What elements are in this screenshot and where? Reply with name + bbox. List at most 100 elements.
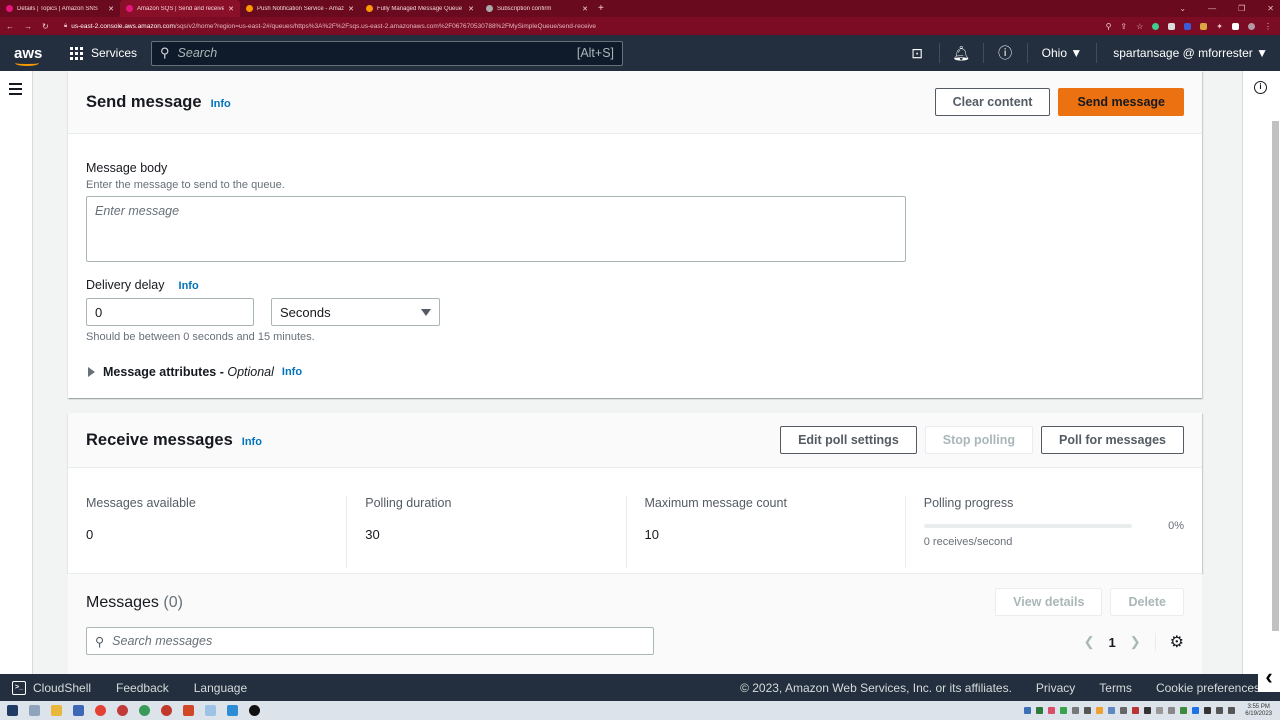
cloudshell-button[interactable]: >_ CloudShell [12,680,91,695]
browser-tab-active[interactable]: Amazon SQS | Send and receive ✕ [120,0,240,17]
language-link[interactable]: Language [194,681,247,695]
page-scrollbar[interactable] [1272,121,1279,631]
attributes-info-link[interactable]: Info [282,366,302,378]
edit-poll-settings-button[interactable]: Edit poll settings [780,426,917,454]
close-tab-icon[interactable]: ✕ [468,5,474,13]
clear-content-button[interactable]: Clear content [934,88,1051,116]
extension-icon[interactable] [1152,22,1160,30]
tray-icon[interactable] [1096,707,1104,714]
close-window-icon[interactable]: ✕ [1267,4,1274,13]
forward-icon[interactable]: → [24,22,32,31]
settings-gear-icon[interactable]: ⚙ [1170,632,1184,652]
close-tab-icon[interactable]: ✕ [108,5,114,13]
chrome-profile-icon[interactable] [139,705,150,716]
messages-count: (0) [163,594,183,611]
tray-icon[interactable] [1024,707,1032,714]
tray-icon[interactable] [1144,707,1152,714]
reload-icon[interactable]: ↻ [42,22,49,31]
info-panel-icon[interactable]: i [1254,81,1267,94]
chrome-profile-icon[interactable] [117,705,128,716]
account-menu[interactable]: spartansage @ mforrester ▼ [1097,46,1280,60]
browser-tab[interactable]: Push Notification Service - Amaz ✕ [240,0,360,17]
view-details-button[interactable]: View details [995,588,1103,616]
share-icon[interactable]: ⇪ [1120,22,1127,31]
bluetooth-icon[interactable] [1192,707,1200,714]
sidepanel-icon[interactable] [1232,22,1239,30]
browser-tab[interactable]: Details | Topics | Amazon SNS ✕ [0,0,120,17]
extension-icon[interactable] [1168,22,1176,30]
send-info-link[interactable]: Info [211,98,231,110]
chrome-icon[interactable] [95,705,106,716]
close-tab-icon[interactable]: ✕ [348,5,354,13]
url-field[interactable]: us-east-2.console.aws.amazon.com/sqs/v2/… [71,23,596,30]
tray-icon[interactable] [1168,707,1176,714]
file-explorer-icon[interactable] [51,705,62,716]
terms-link[interactable]: Terms [1099,681,1132,695]
aws-logo[interactable]: aws [14,45,42,66]
delay-info-link[interactable]: Info [179,280,199,292]
menu-icon[interactable]: ⋮ [1264,22,1272,31]
next-page-icon[interactable]: ❯ [1130,634,1141,650]
stop-polling-button[interactable]: Stop polling [924,426,1033,454]
previous-page-icon[interactable]: ❮ [1084,634,1095,650]
delivery-delay-input[interactable]: 0 [86,298,254,326]
profile-avatar[interactable] [1248,22,1255,30]
collapse-panel-chevron-icon[interactable]: ‹ [1258,662,1280,692]
region-selector[interactable]: Ohio ▼ [1028,43,1098,63]
start-menu-icon[interactable] [7,705,18,716]
tray-icon[interactable] [1180,707,1188,714]
delay-unit-select[interactable]: Seconds [271,298,440,326]
hamburger-menu-icon[interactable] [9,83,22,98]
taskbar-clock[interactable]: 3:55 PM 6/19/2023 [1245,704,1272,718]
close-tab-icon[interactable]: ✕ [228,5,234,13]
bookmark-star-icon[interactable]: ☆ [1136,22,1143,31]
maximize-icon[interactable]: ❐ [1238,4,1245,13]
tray-icon[interactable] [1048,707,1056,714]
page-number[interactable]: 1 [1109,635,1116,650]
recorder-icon[interactable] [249,705,260,716]
message-attributes-toggle[interactable]: Message attributes - Optional Info [88,365,302,379]
tray-icon[interactable] [1072,707,1080,714]
message-body-textarea[interactable]: Enter message [86,196,906,262]
bell-icon[interactable]: 🔔︎ [940,43,984,63]
snipping-tool-icon[interactable] [205,705,216,716]
vscode-icon[interactable] [227,705,238,716]
task-view-icon[interactable] [29,705,40,716]
puzzle-icon[interactable]: ✦ [1216,22,1223,31]
tray-icon[interactable] [1156,707,1164,714]
back-icon[interactable]: ← [6,22,14,31]
volume-icon[interactable] [1228,707,1236,714]
tray-icon[interactable] [1120,707,1128,714]
battery-icon[interactable] [1204,707,1212,714]
receive-info-link[interactable]: Info [242,436,262,448]
new-tab-button[interactable]: + [598,3,604,14]
send-message-button[interactable]: Send message [1058,88,1184,116]
extension-icon[interactable] [1200,22,1208,30]
tray-icon[interactable] [1084,707,1092,714]
tray-icon[interactable] [1132,707,1140,714]
cookie-preferences-link[interactable]: Cookie preferences [1156,681,1260,695]
delete-button[interactable]: Delete [1110,588,1184,616]
zoom-icon[interactable]: ⚲ [1106,22,1112,31]
privacy-link[interactable]: Privacy [1036,681,1075,695]
network-icon[interactable] [1216,707,1224,714]
browser-tab[interactable]: Fully Managed Message Queue ✕ [360,0,480,17]
tray-icon[interactable] [1060,707,1068,714]
powershell-icon[interactable] [73,705,84,716]
tray-icon[interactable] [1036,707,1044,714]
search-messages-input[interactable]: ⚲ Search messages [86,627,654,655]
poll-for-messages-button[interactable]: Poll for messages [1041,426,1184,454]
extension-icon[interactable] [1184,22,1192,30]
services-menu-button[interactable]: Services [70,46,137,60]
chrome-profile-icon[interactable] [161,705,172,716]
tab-search-icon[interactable]: ⌄ [1179,4,1186,13]
minimize-icon[interactable]: — [1208,4,1216,13]
close-tab-icon[interactable]: ✕ [582,5,588,13]
powerpoint-icon[interactable] [183,705,194,716]
tray-icon[interactable] [1108,707,1116,714]
feedback-link[interactable]: Feedback [116,681,169,695]
browser-tab[interactable]: Subscription confirm ✕ [480,0,594,17]
global-search-input[interactable]: ⚲ Search [Alt+S] [151,40,624,66]
help-icon[interactable]: ⓘ [984,43,1028,63]
cloudshell-icon[interactable]: ⊡ [896,43,940,63]
